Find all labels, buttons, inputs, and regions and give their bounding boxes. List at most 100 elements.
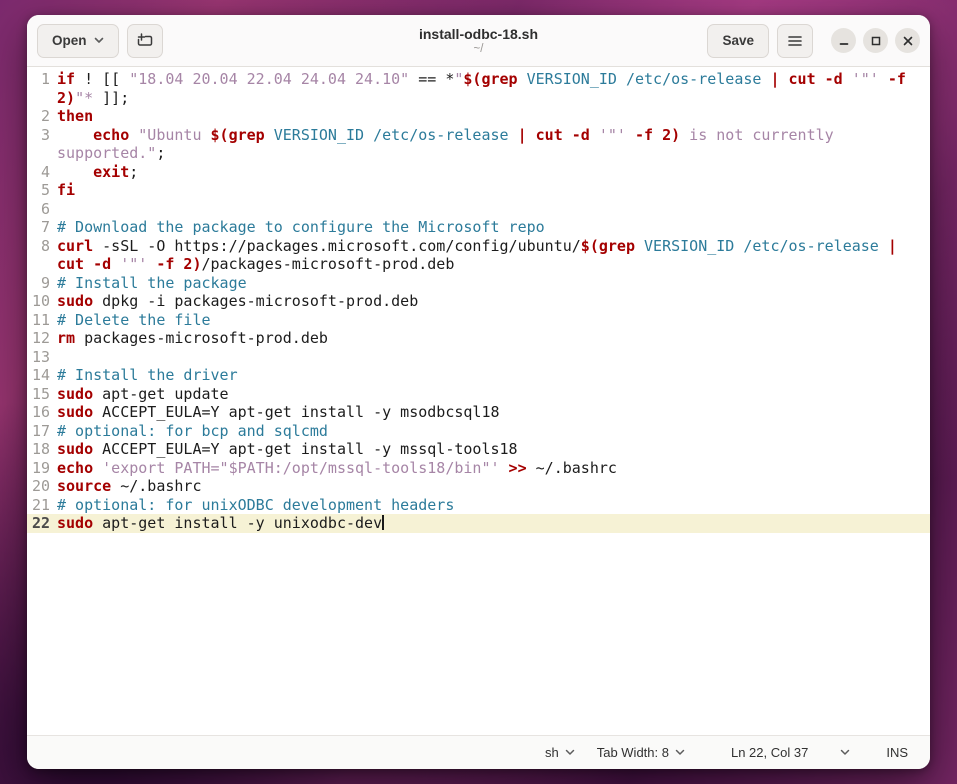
- code-line[interactable]: 19 echo 'export PATH="$PATH:/opt/mssql-to…: [27, 459, 930, 478]
- line-number: 10: [31, 292, 50, 311]
- code-line[interactable]: 2 then: [27, 107, 930, 126]
- tab-width-selector[interactable]: Tab Width: 8: [597, 745, 685, 760]
- code-line[interactable]: 3 echo "Ubuntu $(grep VERSION_ID /etc/os…: [27, 126, 930, 163]
- code-text: # Download the package to configure the …: [57, 218, 930, 237]
- language-selector[interactable]: sh: [545, 745, 575, 760]
- code-line[interactable]: 5 fi: [27, 181, 930, 200]
- code-line[interactable]: 7 # Download the package to configure the…: [27, 218, 930, 237]
- code-line[interactable]: 13: [27, 348, 930, 367]
- code-text: then: [57, 107, 930, 126]
- code-text: echo "Ubuntu $(grep VERSION_ID /etc/os-r…: [57, 126, 930, 163]
- window-subtitle: ~/: [419, 43, 538, 56]
- cursor-position-button[interactable]: Ln 22, Col 37: [731, 745, 808, 760]
- window-title-area: install-odbc-18.sh ~/: [419, 26, 538, 56]
- window-maximize-icon: [869, 34, 883, 48]
- insert-mode-indicator[interactable]: INS: [886, 745, 908, 760]
- line-number: 3: [31, 126, 50, 163]
- code-line[interactable]: 21 # optional: for unixODBC development h…: [27, 496, 930, 515]
- save-button[interactable]: Save: [707, 24, 769, 58]
- line-number: 17: [31, 422, 50, 441]
- window-controls: [831, 28, 920, 53]
- open-button[interactable]: Open: [37, 24, 119, 58]
- line-number: 21: [31, 496, 50, 515]
- code-line[interactable]: 15 sudo apt-get update: [27, 385, 930, 404]
- code-line[interactable]: 11 # Delete the file: [27, 311, 930, 330]
- code-text: [57, 348, 930, 367]
- code-line[interactable]: 20 source ~/.bashrc: [27, 477, 930, 496]
- code-text: sudo ACCEPT_EULA=Y apt-get install -y ms…: [57, 403, 930, 422]
- code-text: # optional: for unixODBC development hea…: [57, 496, 930, 515]
- code-line[interactable]: 22 sudo apt-get install -y unixodbc-dev: [27, 514, 930, 533]
- line-number: 9: [31, 274, 50, 293]
- maximize-button[interactable]: [863, 28, 888, 53]
- code-text: source ~/.bashrc: [57, 477, 930, 496]
- code-text: sudo dpkg -i packages-microsoft-prod.deb: [57, 292, 930, 311]
- window-minimize-icon: [837, 34, 851, 48]
- code-text: exit;: [57, 163, 930, 182]
- code-text: # Install the package: [57, 274, 930, 293]
- code-line[interactable]: 16 sudo ACCEPT_EULA=Y apt-get install -y …: [27, 403, 930, 422]
- window-close-icon: [901, 34, 915, 48]
- line-number: 14: [31, 366, 50, 385]
- hamburger-menu-icon: [787, 33, 803, 49]
- code-text: sudo ACCEPT_EULA=Y apt-get install -y ms…: [57, 440, 930, 459]
- line-number: 22: [31, 514, 50, 533]
- line-number: 13: [31, 348, 50, 367]
- line-number: 2: [31, 107, 50, 126]
- line-number: 19: [31, 459, 50, 478]
- code-line[interactable]: 10 sudo dpkg -i packages-microsoft-prod.d…: [27, 292, 930, 311]
- code-text: sudo apt-get install -y unixodbc-dev: [57, 514, 930, 533]
- cursor-position-label: Ln 22, Col 37: [731, 745, 808, 760]
- line-number: 5: [31, 181, 50, 200]
- line-number: 4: [31, 163, 50, 182]
- code-line[interactable]: 14 # Install the driver: [27, 366, 930, 385]
- code-text: echo 'export PATH="$PATH:/opt/mssql-tool…: [57, 459, 930, 478]
- chevron-down-icon: [94, 37, 104, 44]
- line-number: 6: [31, 200, 50, 219]
- line-number: 12: [31, 329, 50, 348]
- goto-line-chevron-button[interactable]: [840, 749, 850, 756]
- line-number: 8: [31, 237, 50, 274]
- statusbar: sh Tab Width: 8 Ln 22, Col 37 INS: [27, 735, 930, 769]
- code-line[interactable]: 17 # optional: for bcp and sqlcmd: [27, 422, 930, 441]
- window-title: install-odbc-18.sh: [419, 26, 538, 43]
- code-text: # optional: for bcp and sqlcmd: [57, 422, 930, 441]
- chevron-down-icon: [565, 749, 575, 756]
- chevron-down-icon: [675, 749, 685, 756]
- line-number: 16: [31, 403, 50, 422]
- line-number: 11: [31, 311, 50, 330]
- text-cursor: [382, 515, 384, 530]
- code-text: rm packages-microsoft-prod.deb: [57, 329, 930, 348]
- code-text: fi: [57, 181, 930, 200]
- code-line[interactable]: 12 rm packages-microsoft-prod.deb: [27, 329, 930, 348]
- text-editor-window: Open install-odbc-18.sh ~/ Save: [27, 15, 930, 769]
- tab-width-label: Tab Width: 8: [597, 745, 669, 760]
- code-text: curl -sSL -O https://packages.microsoft.…: [57, 237, 930, 274]
- close-button[interactable]: [895, 28, 920, 53]
- code-line[interactable]: 8curl -sSL -O https://packages.microsoft…: [27, 237, 930, 274]
- line-number: 15: [31, 385, 50, 404]
- headerbar: Open install-odbc-18.sh ~/ Save: [27, 15, 930, 67]
- code-line[interactable]: 6: [27, 200, 930, 219]
- code-editor[interactable]: 1if ! [[ "18.04 20.04 22.04 24.04 24.10"…: [27, 67, 930, 735]
- code-line[interactable]: 9 # Install the package: [27, 274, 930, 293]
- code-text: [57, 200, 930, 219]
- line-number: 18: [31, 440, 50, 459]
- line-number: 7: [31, 218, 50, 237]
- chevron-down-icon: [840, 749, 850, 756]
- new-tab-button[interactable]: [127, 24, 163, 58]
- minimize-button[interactable]: [831, 28, 856, 53]
- line-number: 20: [31, 477, 50, 496]
- code-line[interactable]: 1if ! [[ "18.04 20.04 22.04 24.04 24.10"…: [27, 70, 930, 107]
- header-right-group: Save: [707, 24, 920, 58]
- code-text: if ! [[ "18.04 20.04 22.04 24.04 24.10" …: [57, 70, 930, 107]
- editor-lines: 1if ! [[ "18.04 20.04 22.04 24.04 24.10"…: [27, 70, 930, 533]
- code-line[interactable]: 4 exit;: [27, 163, 930, 182]
- language-label: sh: [545, 745, 559, 760]
- save-button-label: Save: [722, 33, 754, 48]
- code-text: # Delete the file: [57, 311, 930, 330]
- code-text: # Install the driver: [57, 366, 930, 385]
- main-menu-button[interactable]: [777, 24, 813, 58]
- code-line[interactable]: 18 sudo ACCEPT_EULA=Y apt-get install -y …: [27, 440, 930, 459]
- code-text: sudo apt-get update: [57, 385, 930, 404]
